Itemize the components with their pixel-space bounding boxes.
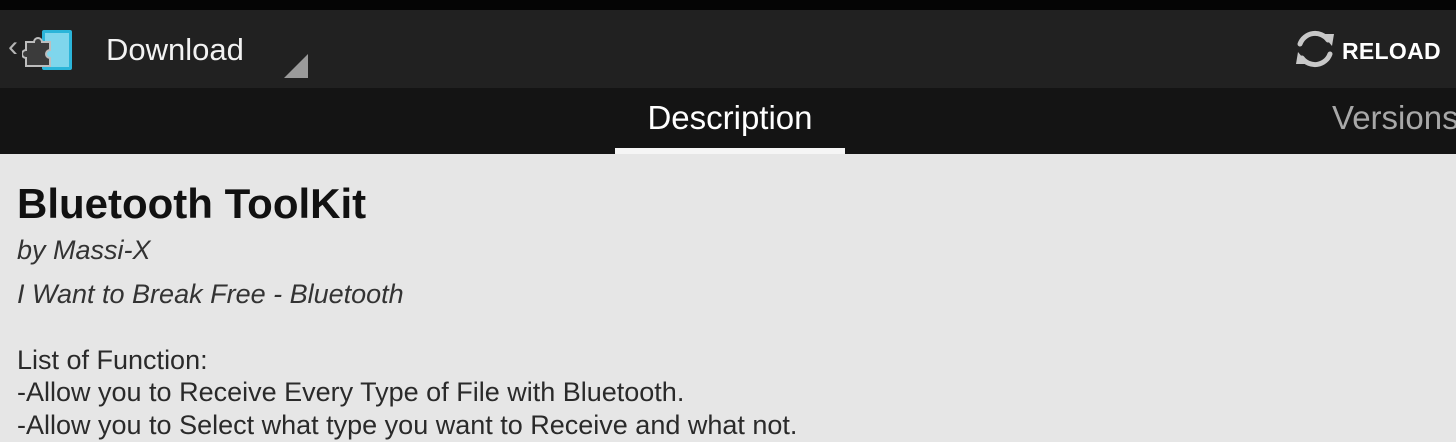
reload-button[interactable]: RELOAD bbox=[1286, 10, 1446, 88]
up-button[interactable]: ‹ bbox=[0, 10, 90, 88]
spinner-triangle-icon bbox=[284, 54, 308, 78]
tab-bar: Description Versions bbox=[0, 88, 1456, 154]
reload-label: RELOAD bbox=[1342, 38, 1441, 64]
tab-description-label: Description bbox=[647, 99, 813, 136]
module-description-panel[interactable]: Bluetooth ToolKit by Massi-X I Want to B… bbox=[0, 154, 1456, 442]
chevron-left-icon: ‹ bbox=[8, 30, 18, 63]
module-summary: I Want to Break Free - Bluetooth bbox=[17, 279, 404, 309]
status-bar bbox=[0, 0, 1456, 10]
tab-versions[interactable]: Versions bbox=[1316, 88, 1456, 154]
description-line: -Allow you to Receive Every Type of File… bbox=[17, 377, 685, 407]
refresh-icon bbox=[1296, 30, 1334, 68]
navigation-spinner[interactable]: Download bbox=[96, 10, 316, 88]
action-bar: ‹ Download RELOAD bbox=[0, 10, 1456, 88]
tab-description[interactable]: Description bbox=[615, 88, 845, 154]
description-line: List of Function: bbox=[17, 345, 208, 375]
module-title: Bluetooth ToolKit bbox=[17, 180, 367, 227]
tab-versions-label: Versions bbox=[1332, 99, 1456, 136]
module-author: by Massi-X bbox=[17, 235, 151, 265]
xposed-puzzle-icon bbox=[22, 30, 72, 70]
spinner-label: Download bbox=[106, 32, 244, 67]
description-line: -Allow you to Select what type you want … bbox=[17, 410, 798, 440]
